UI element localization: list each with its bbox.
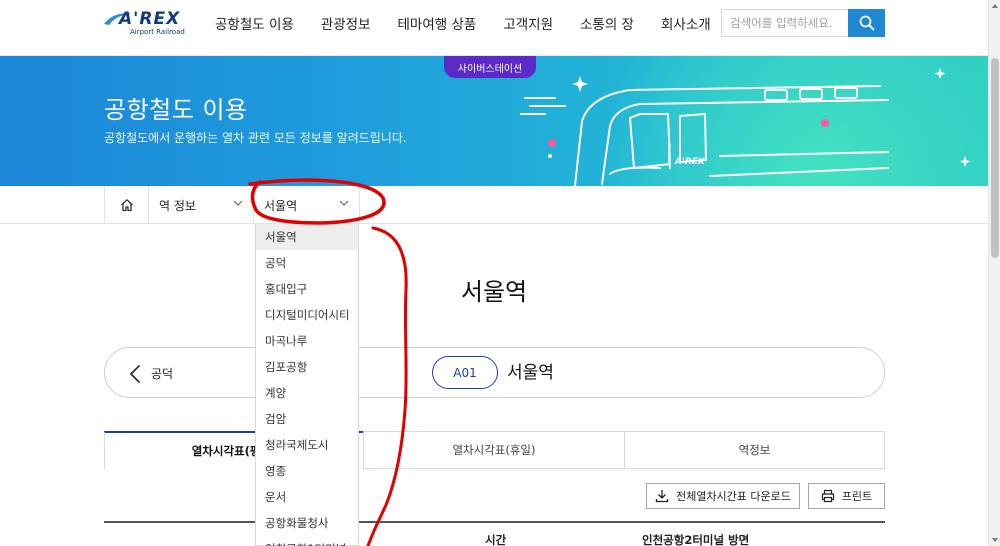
dropdown-option[interactable]: 영종 — [256, 458, 358, 484]
station-code-badge: A01 — [432, 356, 498, 389]
chevron-down-icon — [339, 200, 349, 206]
banner-description: 공항철도에서 운행하는 열차 관련 모든 정보를 알려드립니다. — [104, 131, 407, 145]
prev-station-button[interactable]: 공덕 — [129, 348, 173, 399]
nav-item-theme-travel[interactable]: 테마여행 상품 — [398, 13, 477, 33]
home-icon — [120, 199, 133, 212]
station-dropdown-list: 서울역 공덕 홍대입구 디지털미디어시티 마곡나루 김포공항 계양 검암 청라국… — [255, 224, 359, 546]
home-button[interactable] — [104, 186, 149, 224]
location-bar: 역 정보 서울역 — [0, 186, 988, 224]
page: A'REX Airport Railroad 공항철도 이용 관광정보 테마여행… — [0, 0, 1000, 546]
dropdown-option[interactable]: 김포공항 — [256, 354, 358, 380]
arex-logo[interactable]: A'REX Airport Railroad — [103, 9, 185, 39]
page-title: 서울역 — [460, 278, 528, 306]
dropdown-option[interactable]: 공덕 — [256, 250, 358, 276]
scroll-up-arrow-icon[interactable] — [992, 4, 998, 8]
timetable-tabs: 열차시각표(평일) 열차시각표(휴일) 역정보 — [104, 431, 885, 469]
nav-item-tourism-info[interactable]: 관광정보 — [321, 13, 371, 33]
location-level1-label: 역 정보 — [159, 198, 196, 213]
train-illustration-icon: A'REX — [520, 68, 971, 186]
logo-sub-text: Airport Railroad — [130, 28, 185, 36]
download-icon — [655, 490, 669, 503]
prev-station-label: 공덕 — [151, 367, 174, 381]
dropdown-option[interactable]: 홍대입구 — [256, 276, 358, 302]
location-level2-label: 서울역 — [264, 198, 298, 213]
print-button[interactable]: 프린트 — [808, 483, 885, 509]
dropdown-option[interactable]: 계양 — [256, 380, 358, 406]
download-timetable-button[interactable]: 전체열차시간표 다운로드 — [646, 483, 800, 509]
dropdown-option[interactable]: 검암 — [256, 406, 358, 432]
dropdown-option[interactable]: 운서 — [256, 484, 358, 510]
download-button-label: 전체열차시간표 다운로드 — [676, 490, 791, 503]
site-header: A'REX Airport Railroad 공항철도 이용 관광정보 테마여행… — [0, 0, 988, 56]
svg-text:A'REX: A'REX — [674, 157, 706, 167]
logo-main-text: A'REX — [119, 9, 181, 29]
station-navigator: 공덕 A01 서울역 — [104, 347, 885, 398]
tab-holiday-timetable[interactable]: 열차시각표(휴일) — [363, 431, 625, 469]
nav-item-company[interactable]: 회사소개 — [661, 13, 711, 33]
dropdown-option[interactable]: 서울역 — [256, 224, 358, 250]
search-icon — [859, 15, 874, 31]
search-button[interactable] — [848, 9, 885, 37]
print-icon — [821, 489, 834, 503]
nav-item-communication[interactable]: 소통의 장 — [580, 13, 634, 33]
column-header-direction: 인천공항2터미널 방면 — [642, 533, 750, 546]
scroll-down-arrow-icon[interactable] — [992, 538, 998, 542]
location-level1-select[interactable]: 역 정보 — [149, 186, 254, 224]
timetable-header: 시간 인천공항2터미널 방면 — [104, 521, 885, 546]
column-header-time: 시간 — [485, 533, 507, 546]
dropdown-option[interactable]: 청라국제도시 — [256, 432, 358, 458]
nav-item-customer-support[interactable]: 고객지원 — [503, 13, 553, 33]
tab-station-info[interactable]: 역정보 — [624, 431, 885, 469]
nav-item-airport-rail-use[interactable]: 공항철도 이용 — [215, 13, 294, 33]
chevron-down-icon — [233, 200, 243, 206]
search-input[interactable] — [721, 9, 848, 37]
dropdown-option[interactable]: 인천공항1터미널 — [256, 536, 358, 546]
main-navigation: 공항철도 이용 관광정보 테마여행 상품 고객지원 소통의 장 회사소개 — [215, 0, 738, 46]
dropdown-option[interactable]: 마곡나루 — [256, 328, 358, 354]
chevron-left-icon — [129, 364, 140, 383]
scroll-thumb[interactable] — [991, 58, 999, 258]
page-banner: 사이버스테이션 공항철도 이용 공항철도에서 운행하는 열차 관련 모든 정보를… — [0, 56, 988, 186]
dropdown-option[interactable]: 공항화물청사 — [256, 510, 358, 536]
location-level2-select[interactable]: 서울역 — [254, 186, 360, 224]
dropdown-option[interactable]: 디지털미디어시티 — [256, 302, 358, 328]
current-station-name: 서울역 — [507, 363, 554, 383]
page-scrollbar[interactable] — [988, 0, 1000, 546]
print-button-label: 프린트 — [841, 490, 873, 503]
banner-title: 공항철도 이용 — [104, 96, 248, 124]
